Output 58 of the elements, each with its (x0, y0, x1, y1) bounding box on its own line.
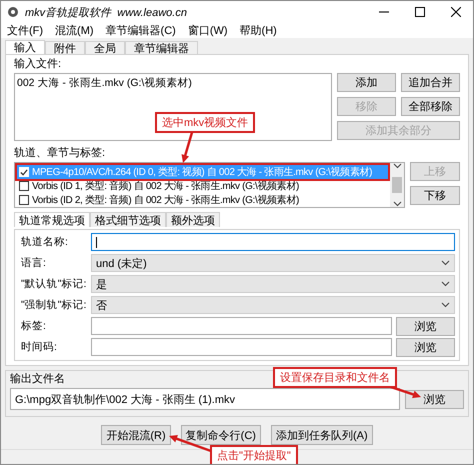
annotation-callout: 选中mkv视频文件 (155, 112, 256, 133)
action-button[interactable]: 复制命令行(C) (180, 425, 261, 445)
checkbox[interactable] (19, 181, 29, 191)
field-label: "强制轨"标记: (21, 298, 87, 312)
action-button[interactable]: 添加 (337, 73, 396, 92)
field-label: "默认轨"标记: (21, 277, 87, 291)
chevron-down-icon (392, 201, 402, 207)
tab[interactable]: 章节编辑器 (125, 41, 198, 54)
maximize-icon[interactable] (415, 7, 425, 17)
tab[interactable]: 轨道常规选项 (14, 212, 90, 227)
field-label: 标签: (21, 319, 47, 333)
menu-item[interactable]: 混流(M) (55, 23, 94, 38)
window-title: mkv音轨提取软件 www.leawo.cn (25, 6, 188, 20)
track-item[interactable]: Vorbis (ID 2, 类型: 音频) 自 002 大海 - 张雨生.mkv (G:\视频素材) (17, 193, 388, 207)
action-button[interactable]: 全部移除 (401, 97, 460, 116)
annotation-callout: 设置保存目录和文件名 (273, 367, 397, 388)
dropdown[interactable]: 否 (91, 296, 455, 314)
menu-item[interactable]: 文件(F) (7, 23, 44, 38)
track-list[interactable]: MPEG-4p10/AVC/h.264 (ID 0, 类型: 视频) 自 002 大海 - 张雨生.mkv (G:\视频素材) Vorbis (ID 1, 类型: 音频) 自 002 大海 - 张雨生.mkv (G:\视频素材) Vorbis (ID 2, 类型: 音频) 自 002 大海 - 张雨生.mkv (G:\视频素材) (14, 162, 405, 208)
field-label: 时间码: (21, 340, 58, 354)
chevron-down-icon (441, 260, 450, 266)
browse-button[interactable]: 浏览 (396, 338, 455, 356)
browse-button[interactable]: 浏览 (405, 390, 464, 408)
input-field[interactable] (91, 317, 392, 335)
chevron-down-icon (392, 163, 402, 169)
scrollbar[interactable] (390, 163, 404, 207)
checkbox[interactable] (19, 195, 29, 205)
chevron-down-icon (441, 281, 450, 287)
tab[interactable]: 全局 (85, 41, 125, 54)
section-label: 输出文件名 (10, 373, 65, 386)
tab[interactable]: 额外选项 (166, 212, 220, 227)
annotation-callout: 点击"开始提取" (210, 445, 298, 464)
action-button[interactable]: 追加合并 (401, 73, 460, 92)
menu-item[interactable]: 章节编辑器(C) (106, 23, 176, 38)
input-field[interactable] (91, 233, 455, 251)
app-icon (7, 6, 19, 18)
tab[interactable]: 格式细节选项 (90, 212, 166, 227)
menu-item[interactable]: 帮助(H) (240, 23, 277, 38)
field-label: 轨道名称: (21, 235, 69, 249)
section-label: 输入文件: (14, 58, 62, 71)
tab[interactable]: 输入 (5, 40, 45, 54)
move-button[interactable]: 下移 (410, 186, 460, 205)
dropdown[interactable]: und (未定) (91, 254, 455, 272)
close-icon[interactable] (451, 7, 461, 17)
section-label: 轨道、章节与标签: (14, 147, 106, 160)
checkbox[interactable] (19, 167, 29, 177)
field-label: 语言: (21, 256, 47, 270)
dropdown[interactable]: 是 (91, 275, 455, 293)
action-button[interactable]: 开始混流(R) (101, 425, 171, 445)
tab[interactable]: 附件 (45, 41, 85, 54)
output-field[interactable]: G:\mpg双音轨制作\002 大海 - 张雨生 (1).mkv (10, 388, 400, 410)
action-button[interactable]: 添加到任务队列(A) (270, 425, 373, 445)
chevron-down-icon (441, 302, 450, 308)
track-item[interactable]: Vorbis (ID 1, 类型: 音频) 自 002 大海 - 张雨生.mkv (G:\视频素材) (17, 179, 388, 193)
menu-item[interactable]: 窗口(W) (188, 23, 228, 38)
browse-button[interactable]: 浏览 (396, 316, 455, 336)
input-field[interactable] (91, 338, 392, 356)
file-item[interactable]: 002 大海 - 张雨生.mkv (G:\视频素材) (17, 76, 329, 90)
